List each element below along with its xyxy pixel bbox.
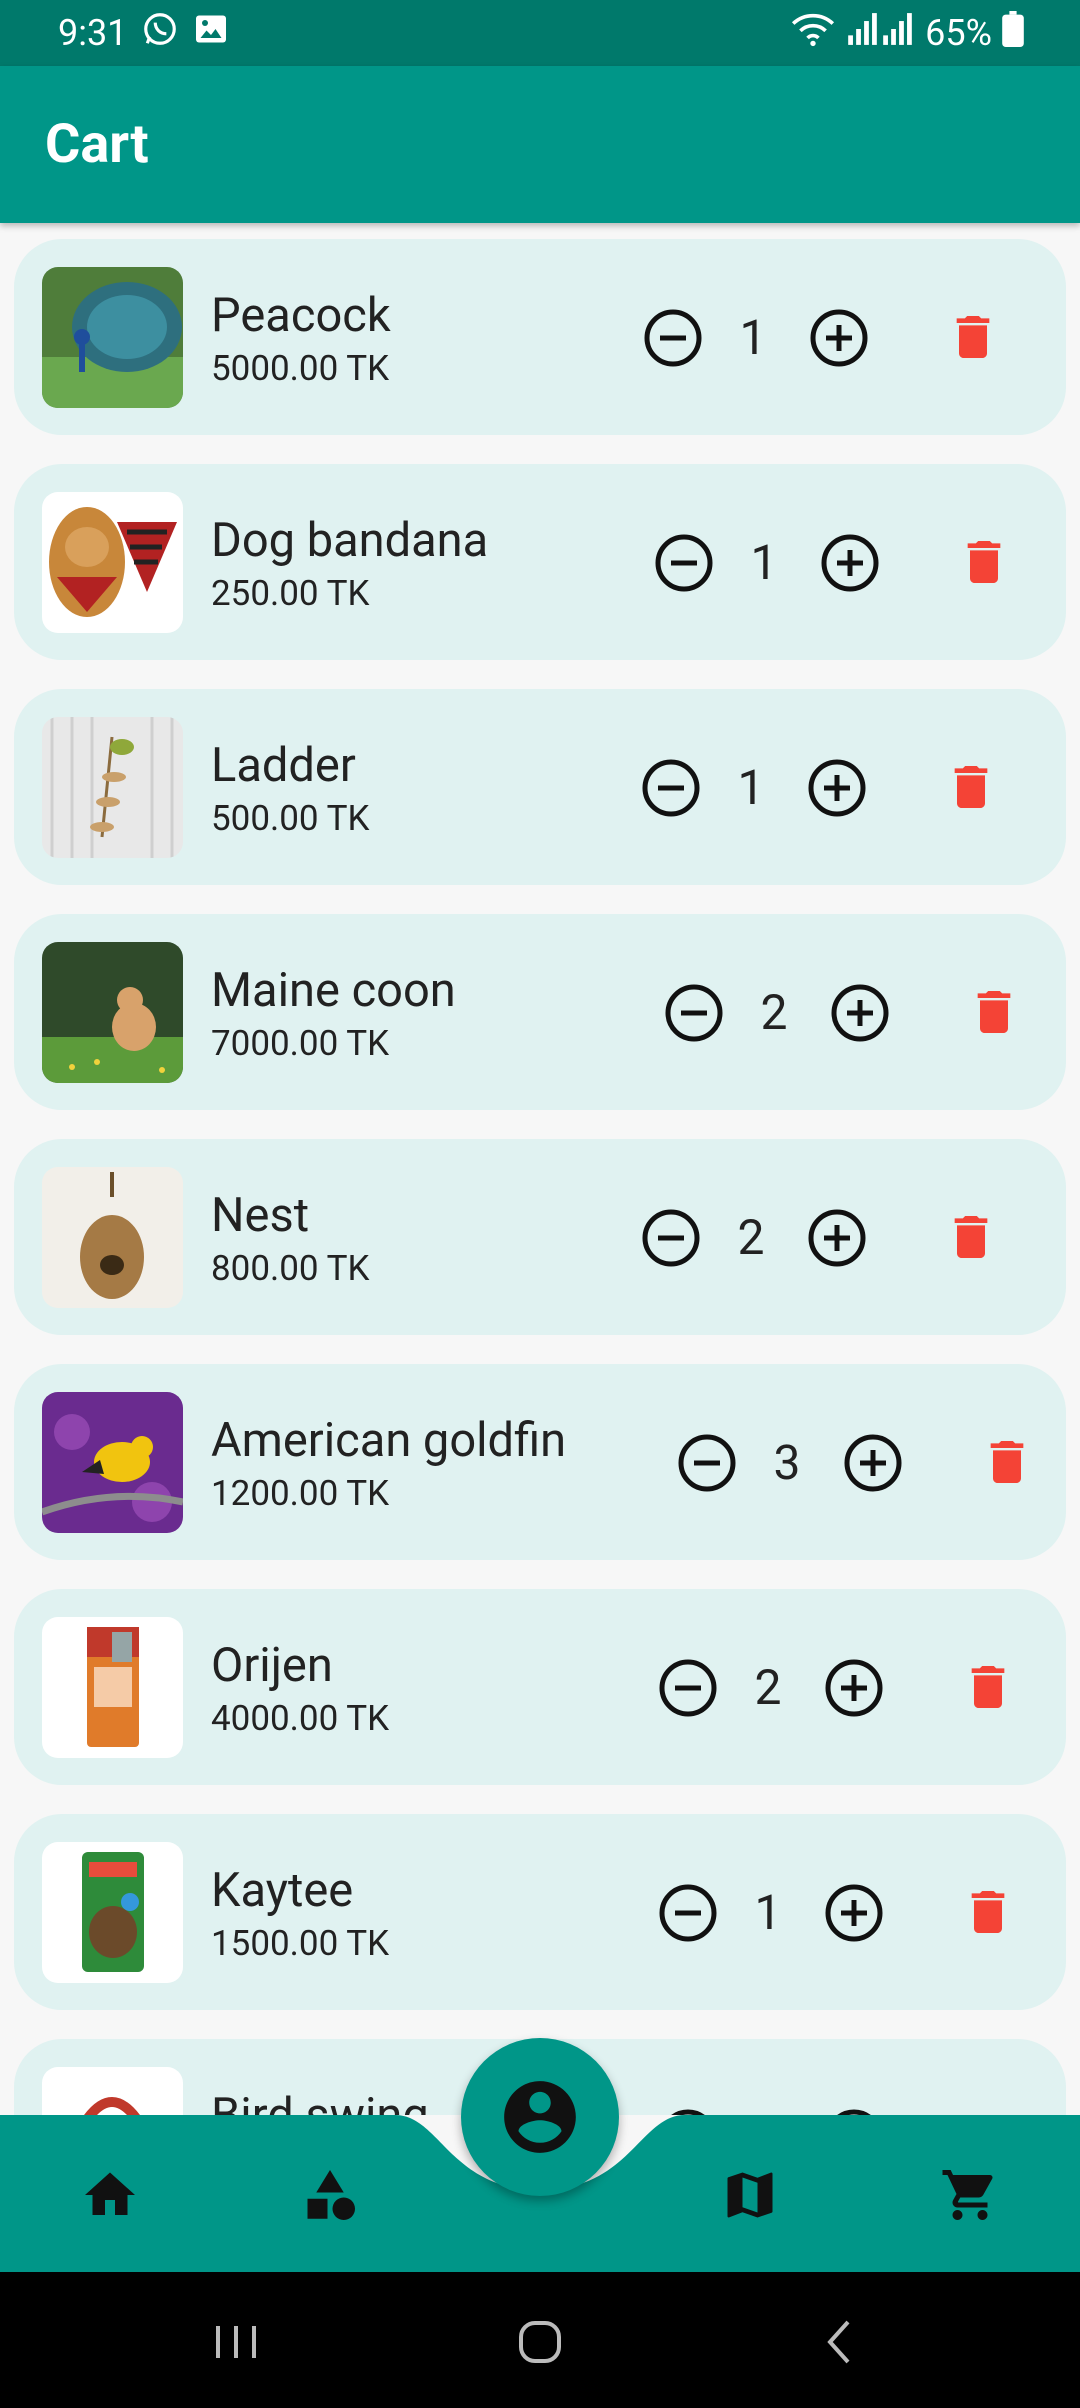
product-image bbox=[42, 1392, 183, 1533]
product-image bbox=[42, 1167, 183, 1308]
delete-item-button[interactable] bbox=[979, 1434, 1035, 1490]
product-price: 4000.00 TK bbox=[211, 1698, 390, 1739]
decrease-quantity-button[interactable] bbox=[658, 1883, 718, 1943]
system-nav-bar bbox=[0, 2272, 1080, 2408]
battery-level: 65% bbox=[925, 12, 992, 54]
delete-item-button[interactable] bbox=[956, 534, 1012, 590]
cart-list[interactable]: Peacock 5000.00 TK 1 Dog bandana 250.00 … bbox=[0, 223, 1080, 2115]
signal-icon bbox=[845, 12, 915, 55]
categories-icon[interactable] bbox=[300, 2165, 360, 2225]
increase-quantity-button[interactable] bbox=[843, 1433, 903, 1493]
delete-item-button[interactable] bbox=[960, 1884, 1016, 1940]
cart-item[interactable]: Peacock 5000.00 TK 1 bbox=[14, 239, 1066, 435]
increase-quantity-button[interactable] bbox=[809, 308, 869, 368]
product-name: Peacock bbox=[211, 288, 391, 343]
product-name: Maine coon bbox=[211, 963, 456, 1018]
product-image bbox=[42, 1617, 183, 1758]
trash-icon bbox=[954, 1216, 988, 1258]
decrease-quantity-button[interactable] bbox=[641, 1208, 701, 1268]
quantity-value: 1 bbox=[739, 309, 767, 366]
decrease-quantity-button[interactable] bbox=[664, 983, 724, 1043]
trash-icon bbox=[977, 991, 1011, 1033]
trash-icon bbox=[971, 1666, 1005, 1708]
trash-icon bbox=[990, 1441, 1024, 1483]
product-image bbox=[42, 717, 183, 858]
cart-item[interactable]: Orijen 4000.00 TK 2 bbox=[14, 1589, 1066, 1785]
wifi-icon bbox=[791, 11, 835, 56]
increase-quantity-button[interactable] bbox=[830, 983, 890, 1043]
status-bar: 9:31 65% bbox=[0, 0, 1080, 66]
product-price: 5000.00 TK bbox=[211, 348, 390, 389]
map-icon[interactable] bbox=[720, 2165, 780, 2225]
app-bar: Cart bbox=[0, 66, 1080, 223]
quantity-value: 1 bbox=[737, 759, 765, 816]
delete-item-button[interactable] bbox=[945, 309, 1001, 365]
page-title: Cart bbox=[45, 113, 149, 176]
back-icon[interactable] bbox=[810, 2312, 870, 2372]
quantity-value: 1 bbox=[754, 1884, 782, 1941]
product-price: 1200.00 TK bbox=[211, 1473, 390, 1514]
increase-quantity-button[interactable] bbox=[824, 1883, 884, 1943]
delete-item-button[interactable] bbox=[966, 984, 1022, 1040]
quantity-value: 2 bbox=[737, 1209, 765, 1266]
delete-item-button[interactable] bbox=[943, 1209, 999, 1265]
profile-button[interactable] bbox=[461, 2038, 619, 2196]
quantity-value: 2 bbox=[754, 1659, 782, 1716]
product-image bbox=[42, 942, 183, 1083]
product-image bbox=[42, 1842, 183, 1983]
trash-icon bbox=[954, 766, 988, 808]
product-price: 7000.00 TK bbox=[211, 1023, 390, 1064]
battery-icon bbox=[1002, 10, 1024, 56]
product-price: 800.00 TK bbox=[211, 1248, 370, 1289]
cart-item[interactable]: Maine coon 7000.00 TK 2 bbox=[14, 914, 1066, 1110]
decrease-quantity-button[interactable] bbox=[654, 533, 714, 593]
cart-item[interactable]: Ladder 500.00 TK 1 bbox=[14, 689, 1066, 885]
product-price: 500.00 TK bbox=[211, 798, 370, 839]
product-name: Nest bbox=[211, 1188, 310, 1243]
gallery-icon bbox=[193, 11, 229, 56]
delete-item-button[interactable] bbox=[960, 1659, 1016, 1715]
product-name: Orijen bbox=[211, 1638, 333, 1693]
cart-item[interactable]: American goldfin 1200.00 TK 3 bbox=[14, 1364, 1066, 1560]
quantity-value: 3 bbox=[773, 1434, 801, 1491]
product-name: Ladder bbox=[211, 738, 356, 793]
quantity-value: 2 bbox=[760, 984, 788, 1041]
increase-quantity-button[interactable] bbox=[824, 1658, 884, 1718]
increase-quantity-button[interactable] bbox=[807, 1208, 867, 1268]
increase-quantity-button[interactable] bbox=[820, 533, 880, 593]
product-name: American goldfin bbox=[211, 1413, 567, 1468]
whatsapp-icon bbox=[141, 10, 179, 57]
quantity-value: 1 bbox=[750, 534, 778, 591]
trash-icon bbox=[956, 316, 990, 358]
decrease-quantity-button[interactable] bbox=[641, 758, 701, 818]
home-circle-icon[interactable] bbox=[510, 2312, 570, 2372]
product-name: Kaytee bbox=[211, 1863, 354, 1918]
home-icon[interactable] bbox=[80, 2165, 140, 2225]
product-image bbox=[42, 267, 183, 408]
cart-item[interactable]: Kaytee 1500.00 TK 1 bbox=[14, 1814, 1066, 2010]
product-name: Dog bandana bbox=[211, 513, 489, 568]
product-image bbox=[42, 492, 183, 633]
decrease-quantity-button[interactable] bbox=[677, 1433, 737, 1493]
cart-item[interactable]: Dog bandana 250.00 TK 1 bbox=[14, 464, 1066, 660]
cart-icon[interactable] bbox=[940, 2165, 1000, 2225]
delete-item-button[interactable] bbox=[943, 759, 999, 815]
decrease-quantity-button[interactable] bbox=[658, 1658, 718, 1718]
increase-quantity-button[interactable] bbox=[807, 758, 867, 818]
trash-icon bbox=[967, 541, 1001, 583]
profile-icon bbox=[504, 2081, 576, 2153]
decrease-quantity-button[interactable] bbox=[643, 308, 703, 368]
product-price: 1500.00 TK bbox=[211, 1923, 390, 1964]
cart-item[interactable]: Nest 800.00 TK 2 bbox=[14, 1139, 1066, 1335]
product-price: 250.00 TK bbox=[211, 573, 370, 614]
trash-icon bbox=[971, 1891, 1005, 1933]
recents-icon[interactable] bbox=[206, 2312, 266, 2372]
clock: 9:31 bbox=[58, 12, 128, 54]
